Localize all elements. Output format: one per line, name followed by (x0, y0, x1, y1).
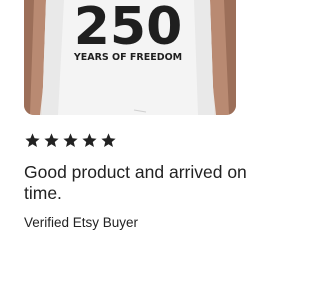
star-icon (62, 132, 79, 149)
star-icon (43, 132, 60, 149)
review-text: Good product and arrived on time. (24, 162, 247, 203)
star-icon (100, 132, 117, 149)
review-photo[interactable]: 250 YEARS OF FREEDOM (24, 0, 236, 115)
star-icon (81, 132, 98, 149)
review-card: 250 YEARS OF FREEDOM Good product and ar… (0, 0, 300, 300)
reviewer-name: Verified Etsy Buyer (24, 215, 139, 230)
review-photo-image: 250 YEARS OF FREEDOM (24, 0, 236, 115)
shirt-caption: YEARS OF FREEDOM (73, 52, 182, 63)
star-icon (24, 132, 41, 149)
star-rating (24, 132, 117, 149)
shirt-number: 250 (74, 0, 183, 57)
